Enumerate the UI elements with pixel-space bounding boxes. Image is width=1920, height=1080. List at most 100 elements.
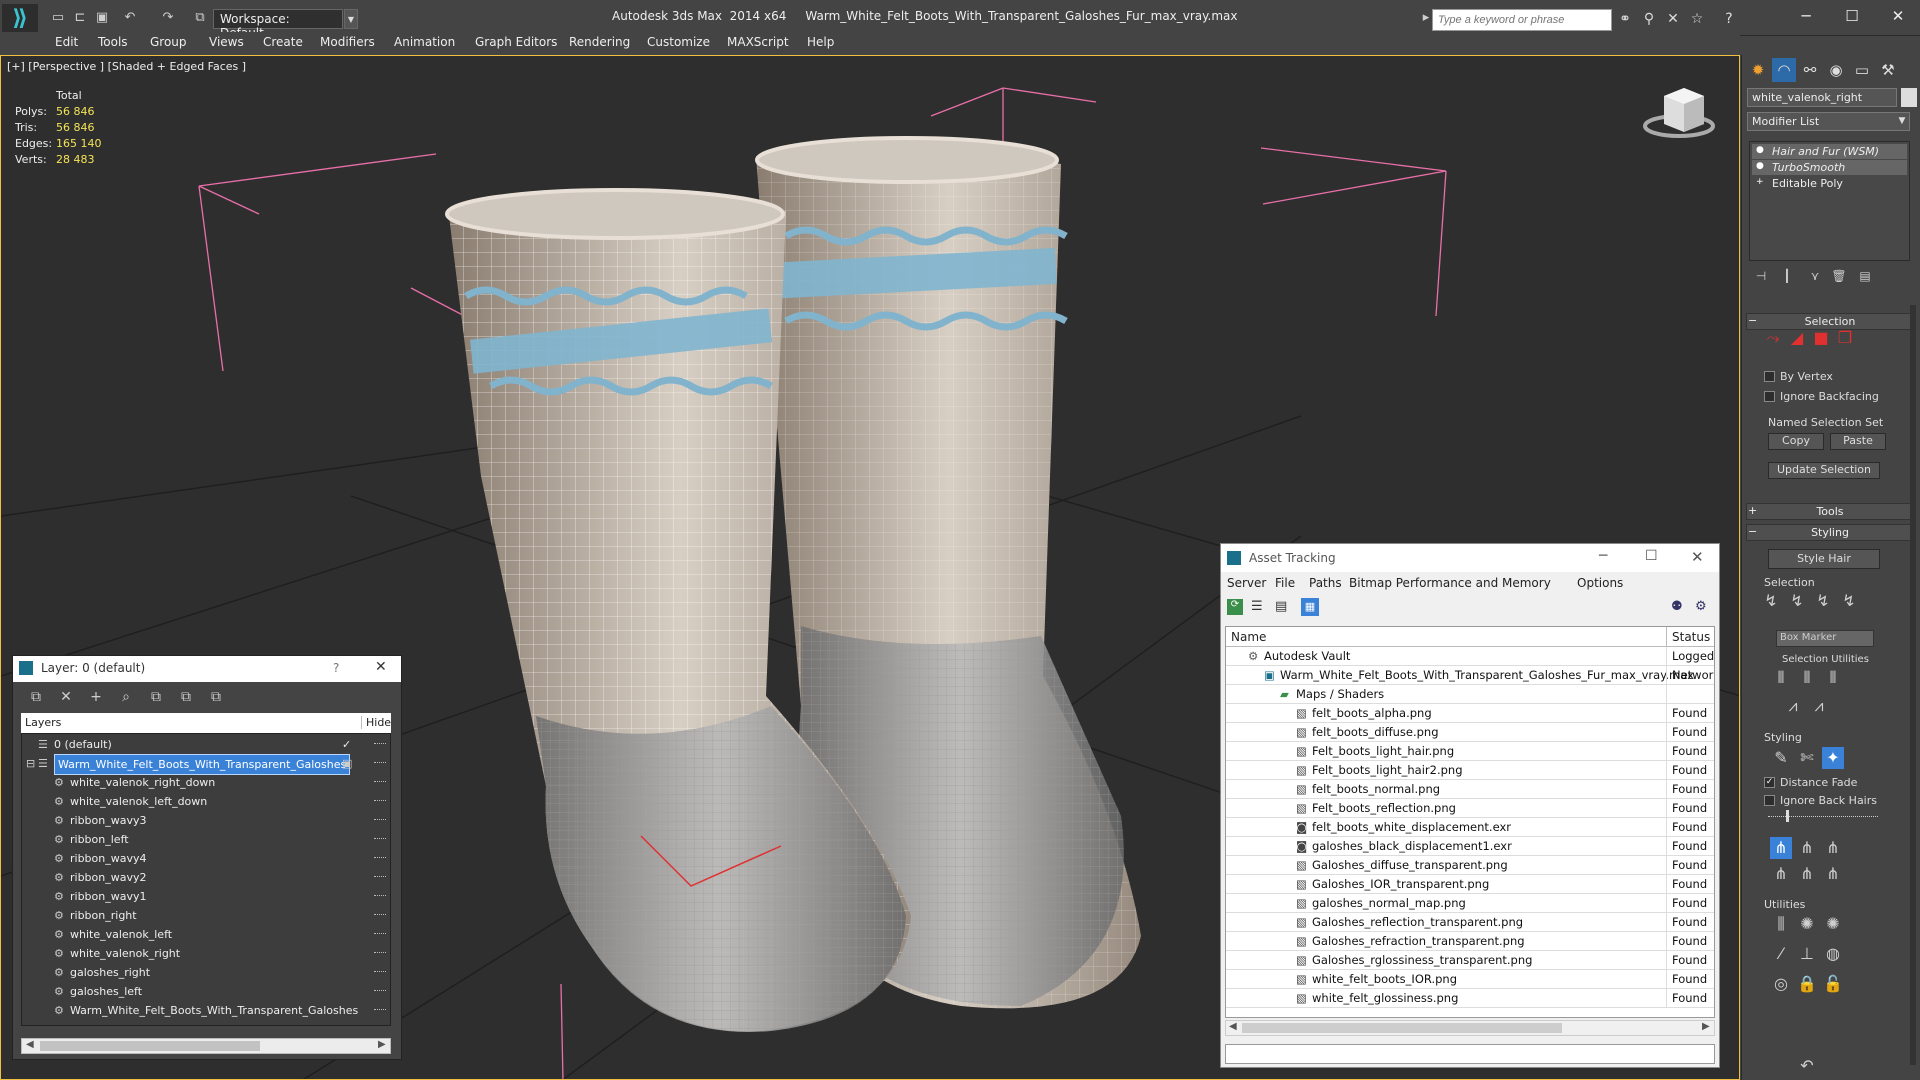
rotate-selection-icon[interactable]: ⫴: [1796, 667, 1818, 689]
minimize-window-icon[interactable]: ─: [1784, 2, 1828, 30]
make-unique-icon[interactable]: ⋎: [1804, 265, 1826, 287]
list-item[interactable]: ⚙ ribbon_wavy1: [22, 887, 390, 906]
asset-menu-options[interactable]: Options: [1577, 576, 1623, 590]
modifier-list-dropdown[interactable]: Modifier List: [1747, 112, 1910, 131]
table-row[interactable]: ▧ felt_boots_normal.png Found: [1226, 780, 1714, 799]
communication-center-icon[interactable]: ⚲: [1640, 10, 1658, 28]
scroll-right-icon[interactable]: ▶: [1702, 1021, 1710, 1032]
display-tab-icon[interactable]: ▭: [1850, 58, 1874, 82]
table-row[interactable]: ▧ galoshes_normal_map.png Found: [1226, 894, 1714, 913]
ignore-back-hairs-checkbox[interactable]: [1764, 795, 1775, 806]
table-row[interactable]: ▧ felt_boots_alpha.png Found: [1226, 704, 1714, 723]
puff-roots-icon[interactable]: ⋔: [1822, 837, 1844, 859]
list-item[interactable]: ⚙ Warm_White_Felt_Boots_With_Transparent_…: [22, 1001, 390, 1020]
pin-stack-icon[interactable]: ⊣: [1750, 265, 1772, 287]
command-panel-scrollbar[interactable]: [1910, 305, 1916, 1065]
unlock-icon[interactable]: 🔓: [1822, 973, 1844, 995]
table-row[interactable]: ▧ Galoshes_IOR_transparent.png Found: [1226, 875, 1714, 894]
create-tab-icon[interactable]: ✹: [1746, 58, 1770, 82]
hide-selected-icon[interactable]: ⩘: [1782, 695, 1804, 717]
layer-row-boots-group[interactable]: ⊟ ☰ Warm_White_Felt_Boots_With_Transparent…: [22, 754, 390, 775]
menu-group[interactable]: Group: [150, 35, 187, 49]
close-icon[interactable]: ✕: [375, 659, 387, 675]
table-row[interactable]: ◙ galoshes_black_displacement1.exr Found: [1226, 837, 1714, 856]
create-layer-icon[interactable]: ⧉: [25, 686, 47, 708]
search-input[interactable]: [1432, 9, 1612, 31]
polygon-select-icon[interactable]: ■: [1810, 327, 1832, 349]
object-name-field[interactable]: white_valenok_right: [1747, 88, 1897, 107]
list-item[interactable]: ⚙ ribbon_wavy3: [22, 811, 390, 830]
undo-icon[interactable]: ↶: [122, 10, 138, 26]
list-item[interactable]: ⚙ ribbon_wavy4: [22, 849, 390, 868]
layer-row-default[interactable]: ☰ 0 (default) ✓: [22, 735, 390, 754]
select-guide-vertices-icon[interactable]: ↯: [1812, 590, 1834, 612]
maximize-icon[interactable]: ☐: [1645, 548, 1658, 564]
table-row[interactable]: ▧ white_felt_glossiness.png Found: [1226, 989, 1714, 1008]
select-objects-icon[interactable]: ⌕: [115, 686, 137, 708]
status-column-header[interactable]: Status: [1666, 627, 1714, 647]
object-color-swatch[interactable]: [1901, 88, 1917, 107]
scroll-left-icon[interactable]: ◀: [26, 1039, 34, 1050]
brush-size-slider-handle[interactable]: [1786, 810, 1789, 822]
highlight-layer-icon[interactable]: ⧉: [145, 686, 167, 708]
hair-brush-icon[interactable]: ✎: [1770, 747, 1792, 769]
asset-menu-paths[interactable]: Paths: [1309, 576, 1342, 590]
hide-column-header[interactable]: Hide: [361, 716, 391, 729]
utilities-tab-icon[interactable]: ⚒: [1876, 58, 1900, 82]
expand-selection-icon[interactable]: ⫴: [1822, 667, 1844, 689]
list-item[interactable]: ⚙ white_valenok_right_down: [22, 773, 390, 792]
workspace-arrow-icon[interactable]: ▼: [344, 9, 358, 29]
pop-selected-icon[interactable]: ✺: [1796, 913, 1818, 935]
save-icon[interactable]: ▣: [94, 10, 110, 26]
asset-dialog-titlebar[interactable]: Asset Tracking ─ ☐ ✕: [1221, 544, 1719, 572]
menu-create[interactable]: Create: [263, 35, 303, 49]
close-window-icon[interactable]: ✕: [1876, 2, 1920, 30]
stack-item-turbosmooth[interactable]: TurboSmooth: [1752, 160, 1907, 175]
recomb-icon[interactable]: ⁄: [1770, 943, 1792, 965]
menu-modifiers[interactable]: Modifiers: [320, 35, 375, 49]
scroll-left-icon[interactable]: ◀: [1229, 1021, 1237, 1032]
menu-views[interactable]: Views: [209, 35, 244, 49]
table-row[interactable]: ▧ Galoshes_rglossiness_transparent.png Fou…: [1226, 951, 1714, 970]
project-folder-icon[interactable]: ⧉: [192, 10, 208, 26]
stack-item-hair-fur[interactable]: Hair and Fur (WSM): [1752, 144, 1907, 159]
asset-menu-bitmap-performance[interactable]: Bitmap Performance and Memory: [1349, 576, 1551, 590]
pop-zero-icon[interactable]: ✺: [1822, 913, 1844, 935]
collapse-minus-icon[interactable]: ⊟: [26, 754, 35, 773]
grid-view-icon[interactable]: ▦: [1301, 598, 1319, 616]
table-row[interactable]: ◙ felt_boots_white_displacement.exr Found: [1226, 818, 1714, 837]
menu-rendering[interactable]: Rendering: [569, 35, 630, 49]
vault-help-icon[interactable]: ⚉: [1671, 599, 1683, 614]
minimize-icon[interactable]: ─: [1599, 548, 1607, 564]
app-logo-icon[interactable]: ⟫: [2, 4, 38, 34]
select-whole-guide-icon[interactable]: ↯: [1786, 590, 1808, 612]
layer-dialog-titlebar[interactable]: Layer: 0 (default) ? ✕: [13, 656, 401, 682]
layers-column-header[interactable]: Layers: [25, 716, 61, 729]
delete-layer-icon[interactable]: ✕: [55, 686, 77, 708]
table-row[interactable]: ▧ Felt_boots_light_hair.png Found: [1226, 742, 1714, 761]
table-row[interactable]: ▣ Warm_White_Felt_Boots_With_Transparent_…: [1226, 666, 1714, 685]
remove-modifier-icon[interactable]: 🗑: [1828, 265, 1850, 287]
list-item[interactable]: ⚙ ribbon_left: [22, 830, 390, 849]
table-row[interactable]: ▧ Galoshes_diffuse_transparent.png Found: [1226, 856, 1714, 875]
translate-hair-icon[interactable]: ⋔: [1770, 837, 1792, 859]
toggle-hair-icon[interactable]: ◎: [1770, 973, 1792, 995]
help-icon[interactable]: ?: [1720, 10, 1738, 28]
attenuate-icon[interactable]: ⫼: [1770, 913, 1792, 935]
collapse-minus-icon[interactable]: −: [1748, 525, 1757, 538]
menu-edit[interactable]: Edit: [55, 35, 78, 49]
undo-icon[interactable]: ↶: [1796, 1055, 1818, 1077]
menu-graph-editors[interactable]: Graph Editors: [475, 35, 557, 49]
vault-settings-icon[interactable]: ⚙: [1695, 599, 1707, 614]
table-view-icon[interactable]: ▤: [1275, 599, 1287, 614]
table-row[interactable]: ▧ felt_boots_diffuse.png Found: [1226, 723, 1714, 742]
select-by-root-icon[interactable]: ↯: [1838, 590, 1860, 612]
refresh-icon[interactable]: ⟳: [1227, 599, 1243, 615]
collapse-minus-icon[interactable]: −: [1748, 314, 1757, 327]
configure-modifier-sets-icon[interactable]: ▤: [1854, 265, 1876, 287]
menu-customize[interactable]: Customize: [647, 35, 710, 49]
style-hair-button[interactable]: Style Hair: [1768, 549, 1880, 569]
hair-cut-icon[interactable]: ✄: [1796, 747, 1818, 769]
modifier-list-arrow-icon[interactable]: ▼: [1894, 112, 1910, 131]
brush-size-slider[interactable]: [1768, 816, 1878, 817]
